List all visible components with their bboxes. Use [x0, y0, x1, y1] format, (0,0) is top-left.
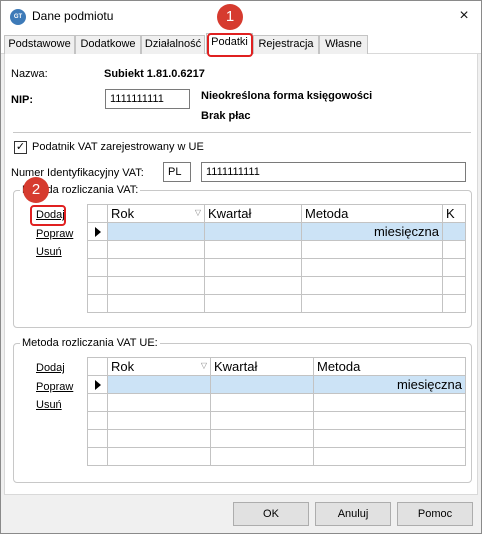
- tab-dzialalnosc[interactable]: Działalność: [141, 35, 205, 54]
- table-row[interactable]: [87, 393, 466, 412]
- separator: [13, 132, 471, 133]
- help-button[interactable]: Pomoc: [397, 502, 473, 526]
- callout-badge-1: 1: [217, 4, 243, 30]
- table-row[interactable]: [87, 411, 466, 430]
- vat-ue-delete-link[interactable]: Usuń: [36, 399, 62, 411]
- vat-ue-method-group: Metoda rozliczania VAT UE: Dodaj Popraw …: [13, 337, 472, 483]
- payment-text: Brak płac: [201, 110, 251, 122]
- grid-corner: [87, 204, 108, 223]
- vat-ue-add-link[interactable]: Dodaj: [36, 362, 65, 374]
- table-row[interactable]: [87, 294, 466, 313]
- app-logo-icon: GT: [10, 9, 26, 25]
- vat-ue-edit-link[interactable]: Popraw: [36, 381, 73, 393]
- dialog-window: GT Dane podmiotu × Podstawowe Dodatkowe …: [0, 0, 482, 534]
- column-header-rok[interactable]: Rok ▽: [107, 204, 205, 223]
- nip-field[interactable]: 1111111111: [105, 89, 190, 109]
- column-header-kwartal[interactable]: Kwartał: [204, 204, 302, 223]
- column-header-kwartal[interactable]: Kwartał: [210, 357, 314, 376]
- column-header-metoda[interactable]: Metoda: [301, 204, 443, 223]
- cell-rok[interactable]: [107, 375, 211, 394]
- name-value: Subiekt 1.81.0.6217: [104, 68, 205, 80]
- table-row[interactable]: [87, 240, 466, 259]
- column-header-metoda[interactable]: Metoda: [313, 357, 466, 376]
- table-row[interactable]: [87, 258, 466, 277]
- vat-ue-method-group-title: Metoda rozliczania VAT UE:: [20, 337, 160, 349]
- tax-form-text: Nieokreślona forma księgowości: [201, 90, 373, 102]
- vat-country-field[interactable]: PL: [163, 162, 191, 182]
- current-row-indicator: [87, 375, 108, 394]
- column-rok-label: Rok: [111, 359, 135, 374]
- filter-icon: ▽: [194, 208, 201, 217]
- cell-k[interactable]: [442, 222, 466, 241]
- cell-kwartal[interactable]: [210, 375, 314, 394]
- table-row[interactable]: [87, 276, 466, 295]
- current-row-indicator: [87, 222, 108, 241]
- add-link-highlight: [30, 205, 66, 226]
- vat-number-field[interactable]: 1111111111: [201, 162, 466, 182]
- vat-ue-checkbox-label: Podatnik VAT zarejestrowany w UE: [32, 141, 204, 153]
- vat-method-group: Metoda rozliczania VAT: Dodaj Popraw Usu…: [13, 184, 472, 328]
- table-row[interactable]: [87, 429, 466, 448]
- name-label: Nazwa:: [11, 68, 48, 80]
- cell-metoda[interactable]: miesięczna: [301, 222, 443, 241]
- grid-header-row: Rok ▽ Kwartał Metoda K: [87, 204, 466, 223]
- ok-button[interactable]: OK: [233, 502, 309, 526]
- callout-badge-2: 2: [23, 177, 49, 203]
- column-header-k[interactable]: K: [442, 204, 466, 223]
- filter-icon: ▽: [200, 361, 207, 370]
- grid-header-row: Rok ▽ Kwartał Metoda: [87, 357, 466, 376]
- tab-podstawowe[interactable]: Podstawowe: [4, 35, 75, 54]
- grid-corner: [87, 357, 108, 376]
- tab-rejestracja[interactable]: Rejestracja: [253, 35, 319, 54]
- vat-method-grid: Rok ▽ Kwartał Metoda K miesięczna: [87, 204, 466, 313]
- cell-metoda[interactable]: miesięczna: [313, 375, 466, 394]
- column-rok-label: Rok: [111, 206, 135, 221]
- table-row[interactable]: [87, 447, 466, 466]
- vat-delete-link[interactable]: Usuń: [36, 246, 62, 258]
- cancel-button[interactable]: Anuluj: [315, 502, 391, 526]
- cell-rok[interactable]: [107, 222, 205, 241]
- cell-kwartal[interactable]: [204, 222, 302, 241]
- vat-ue-method-grid: Rok ▽ Kwartał Metoda miesięczna: [87, 357, 466, 466]
- tab-highlight: [207, 33, 253, 57]
- nip-label: NIP:: [11, 94, 33, 106]
- tab-page-podatki: Nazwa: Subiekt 1.81.0.6217 NIP: 11111111…: [4, 54, 478, 495]
- row-pointer-icon: [94, 226, 101, 237]
- table-row[interactable]: miesięczna: [87, 222, 466, 241]
- tab-dodatkowe[interactable]: Dodatkowe: [75, 35, 141, 54]
- table-row[interactable]: miesięczna: [87, 375, 466, 394]
- window-title: Dane podmiotu: [32, 9, 114, 23]
- vat-edit-link[interactable]: Popraw: [36, 228, 73, 240]
- close-button[interactable]: ×: [447, 1, 481, 31]
- row-pointer-icon: [94, 379, 101, 390]
- vat-ue-checkbox[interactable]: ✓: [14, 141, 27, 154]
- tab-wlasne[interactable]: Własne: [319, 35, 368, 54]
- column-header-rok[interactable]: Rok ▽: [107, 357, 211, 376]
